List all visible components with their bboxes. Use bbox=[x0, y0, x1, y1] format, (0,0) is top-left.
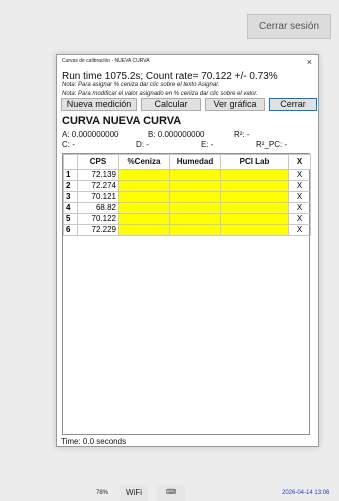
table-row: 4 68.82 X bbox=[63, 202, 311, 214]
cps-cell[interactable]: 72.229 bbox=[77, 224, 119, 236]
pci-lab-cell[interactable] bbox=[220, 169, 289, 181]
new-measurement-button[interactable]: Nueva medición bbox=[61, 98, 137, 111]
cps-cell[interactable]: 70.121 bbox=[77, 191, 119, 203]
coef-b: B: 0.000000000 bbox=[148, 130, 205, 139]
note-assign: Nota: Para asignar % ceniza dar clic sob… bbox=[62, 82, 220, 88]
coef-c: C: - bbox=[62, 140, 75, 149]
ceniza-cell[interactable] bbox=[118, 191, 170, 203]
measurements-grid: CPS %Ceniza Humedad PCI Lab X 1 72.139 X bbox=[62, 153, 311, 435]
row-index: 4 bbox=[63, 202, 78, 214]
column-header-index bbox=[63, 154, 78, 170]
clock: 2026-04-14 13:06 bbox=[282, 490, 330, 496]
humedad-cell[interactable] bbox=[169, 202, 221, 214]
delete-row-button[interactable]: X bbox=[288, 180, 311, 192]
coef-d: D: - bbox=[136, 140, 149, 149]
table-row: 5 70.122 X bbox=[63, 213, 311, 225]
ceniza-cell[interactable] bbox=[118, 180, 170, 192]
pci-lab-cell[interactable] bbox=[220, 191, 289, 203]
table-row: 2 72.274 X bbox=[63, 180, 311, 192]
cps-cell[interactable]: 68.82 bbox=[77, 202, 119, 214]
note-modify: Nota: Para modificar el valor asignado e… bbox=[62, 91, 258, 97]
view-chart-button[interactable]: Ver gráfica bbox=[205, 98, 265, 111]
column-header-pci-lab: PCI Lab bbox=[220, 154, 289, 170]
cps-cell[interactable]: 72.139 bbox=[77, 169, 119, 181]
coef-r2: R²: - bbox=[234, 130, 250, 139]
column-header-ceniza: %Ceniza bbox=[118, 154, 170, 170]
row-index: 1 bbox=[63, 169, 78, 181]
close-button[interactable]: Cerrar bbox=[269, 98, 317, 111]
coef-e: E: - bbox=[201, 140, 214, 149]
run-status: Run time 1075.2s; Count rate= 70.122 +/-… bbox=[62, 71, 278, 82]
delete-row-button[interactable]: X bbox=[288, 213, 311, 225]
cps-cell[interactable]: 70.122 bbox=[77, 213, 119, 225]
delete-row-button[interactable]: X bbox=[288, 202, 311, 214]
column-header-cps: CPS bbox=[77, 154, 119, 170]
pci-lab-cell[interactable] bbox=[220, 213, 289, 225]
ceniza-cell[interactable] bbox=[118, 213, 170, 225]
row-index: 5 bbox=[63, 213, 78, 225]
dialog-title: Curvas de calibración - NUEVA CURVA bbox=[62, 58, 150, 64]
table-header-row: CPS %Ceniza Humedad PCI Lab X bbox=[63, 154, 311, 170]
column-header-delete: X bbox=[288, 154, 311, 170]
ceniza-cell[interactable] bbox=[118, 224, 170, 236]
coef-a: A: 0.000000000 bbox=[62, 130, 119, 139]
calibration-dialog: Curvas de calibración - NUEVA CURVA × Ru… bbox=[56, 54, 319, 447]
table-row: 6 72.229 X bbox=[63, 224, 311, 236]
coef-r2-pc: R²_PC: - bbox=[256, 140, 288, 149]
humedad-cell[interactable] bbox=[169, 191, 221, 203]
ceniza-cell[interactable] bbox=[118, 169, 170, 181]
humedad-cell[interactable] bbox=[169, 224, 221, 236]
keyboard-icon[interactable]: ⌨ bbox=[157, 485, 185, 501]
row-index: 2 bbox=[63, 180, 78, 192]
table-row: 3 70.121 X bbox=[63, 191, 311, 203]
pci-lab-cell[interactable] bbox=[220, 180, 289, 192]
delete-row-button[interactable]: X bbox=[288, 191, 311, 203]
battery-level: 78% bbox=[96, 490, 109, 496]
humedad-cell[interactable] bbox=[169, 213, 221, 225]
ceniza-cell[interactable] bbox=[118, 202, 170, 214]
logout-button[interactable]: Cerrar sesión bbox=[247, 14, 331, 39]
table-row: 1 72.139 X bbox=[63, 169, 311, 181]
pci-lab-cell[interactable] bbox=[220, 202, 289, 214]
column-header-humedad: Humedad bbox=[169, 154, 221, 170]
close-icon[interactable]: × bbox=[307, 56, 312, 68]
calculate-button[interactable]: Calcular bbox=[141, 98, 201, 111]
action-buttons: Nueva medición Calcular Ver gráfica Cerr… bbox=[61, 98, 317, 112]
humedad-cell[interactable] bbox=[169, 169, 221, 181]
elapsed-time: Time: 0.0 seconds bbox=[61, 437, 127, 446]
cps-cell[interactable]: 72.274 bbox=[77, 180, 119, 192]
delete-row-button[interactable]: X bbox=[288, 224, 311, 236]
measurements-table: CPS %Ceniza Humedad PCI Lab X 1 72.139 X bbox=[63, 154, 311, 236]
pci-lab-cell[interactable] bbox=[220, 224, 289, 236]
delete-row-button[interactable]: X bbox=[288, 169, 311, 181]
row-index: 6 bbox=[63, 224, 78, 236]
wifi-button[interactable]: WiFi bbox=[120, 485, 148, 501]
curve-title: CURVA NUEVA CURVA bbox=[62, 115, 182, 127]
dialog-titlebar: Curvas de calibración - NUEVA CURVA × bbox=[57, 55, 318, 70]
humedad-cell[interactable] bbox=[169, 180, 221, 192]
row-index: 3 bbox=[63, 191, 78, 203]
